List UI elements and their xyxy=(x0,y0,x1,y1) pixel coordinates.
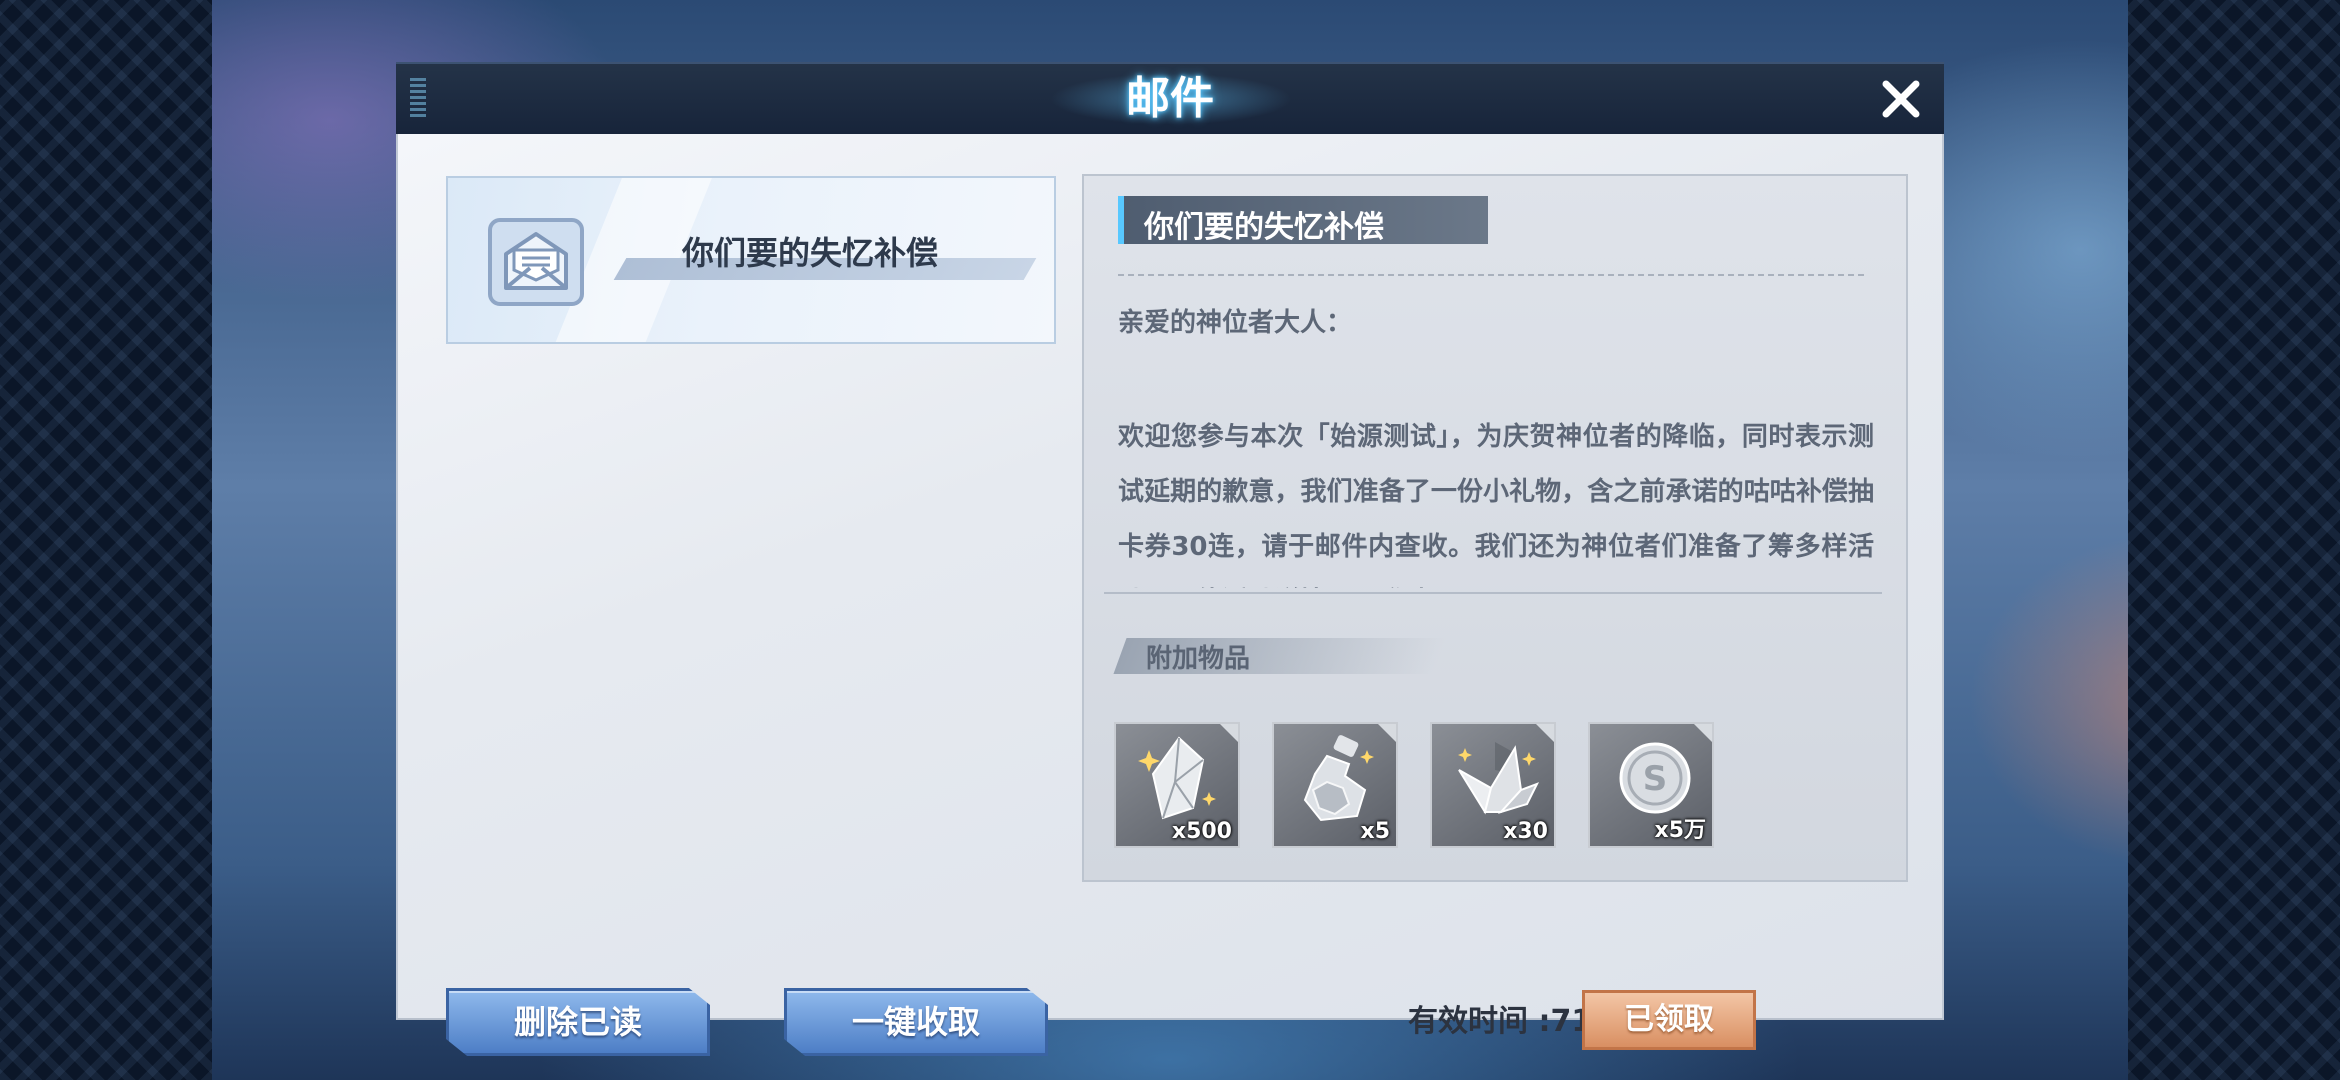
mail-subject-header: 你们要的失忆补偿 xyxy=(1118,196,1488,245)
title-bar: 邮件 xyxy=(396,62,1944,134)
crystal-icon xyxy=(1138,736,1216,820)
attachment-qty: x30 xyxy=(1503,819,1548,844)
divider xyxy=(1104,592,1882,594)
claim-all-label: 一键收取 xyxy=(851,1003,980,1041)
attachment-qty: x5 xyxy=(1360,819,1391,844)
potion-bottle-icon xyxy=(1303,735,1374,822)
attachment-item[interactable]: x5 xyxy=(1272,722,1398,848)
window-title: 邮件 xyxy=(1126,73,1214,124)
claim-all-button[interactable]: 一键收取 xyxy=(784,988,1048,1056)
paper-crane-icon xyxy=(1458,742,1540,815)
attachment-qty: x500 xyxy=(1171,819,1232,844)
close-button[interactable] xyxy=(1876,74,1926,124)
svg-text:S: S xyxy=(1643,759,1668,799)
close-icon xyxy=(1882,80,1920,118)
divider xyxy=(1118,274,1864,276)
mail-subject: 你们要的失忆补偿 xyxy=(1144,210,1384,245)
attachment-item[interactable]: x30 xyxy=(1430,722,1556,848)
envelope-icon xyxy=(488,218,584,306)
delete-read-label: 删除已读 xyxy=(513,1003,642,1041)
claimed-button[interactable]: 已领取 xyxy=(1582,990,1756,1050)
delete-read-button[interactable]: 删除已读 xyxy=(446,988,710,1056)
attachment-item[interactable]: x500 xyxy=(1114,722,1240,848)
claimed-label: 已领取 xyxy=(1624,1002,1714,1037)
mail-detail: 你们要的失忆补偿 亲爱的神位者大人： 欢迎您参与本次「始源测试」，为庆贺神位者的… xyxy=(1082,174,1908,882)
mail-window: 邮件 你们要的失忆补偿 你们要的失忆补偿 亲爱的神位者大人： 欢迎您参与本次「始… xyxy=(396,62,1944,1056)
mail-panel: 你们要的失忆补偿 你们要的失忆补偿 亲爱的神位者大人： 欢迎您参与本次「始源测试… xyxy=(396,134,1944,1056)
mail-list-item[interactable]: 你们要的失忆补偿 xyxy=(446,176,1056,344)
mail-item-title: 你们要的失忆补偿 xyxy=(682,234,939,272)
attachment-item[interactable]: S x5万 xyxy=(1588,722,1714,848)
attachment-qty: x5万 xyxy=(1654,818,1707,843)
left-side-pattern xyxy=(0,0,212,1080)
mail-body[interactable]: 欢迎您参与本次「始源测试」，为庆贺神位者的降临，同时表示测试延期的歉意，我们准备… xyxy=(1118,410,1874,588)
mail-greeting: 亲爱的神位者大人： xyxy=(1118,308,1353,338)
attachments-label: 附加物品 xyxy=(1146,644,1251,674)
right-side-pattern xyxy=(2128,0,2340,1080)
